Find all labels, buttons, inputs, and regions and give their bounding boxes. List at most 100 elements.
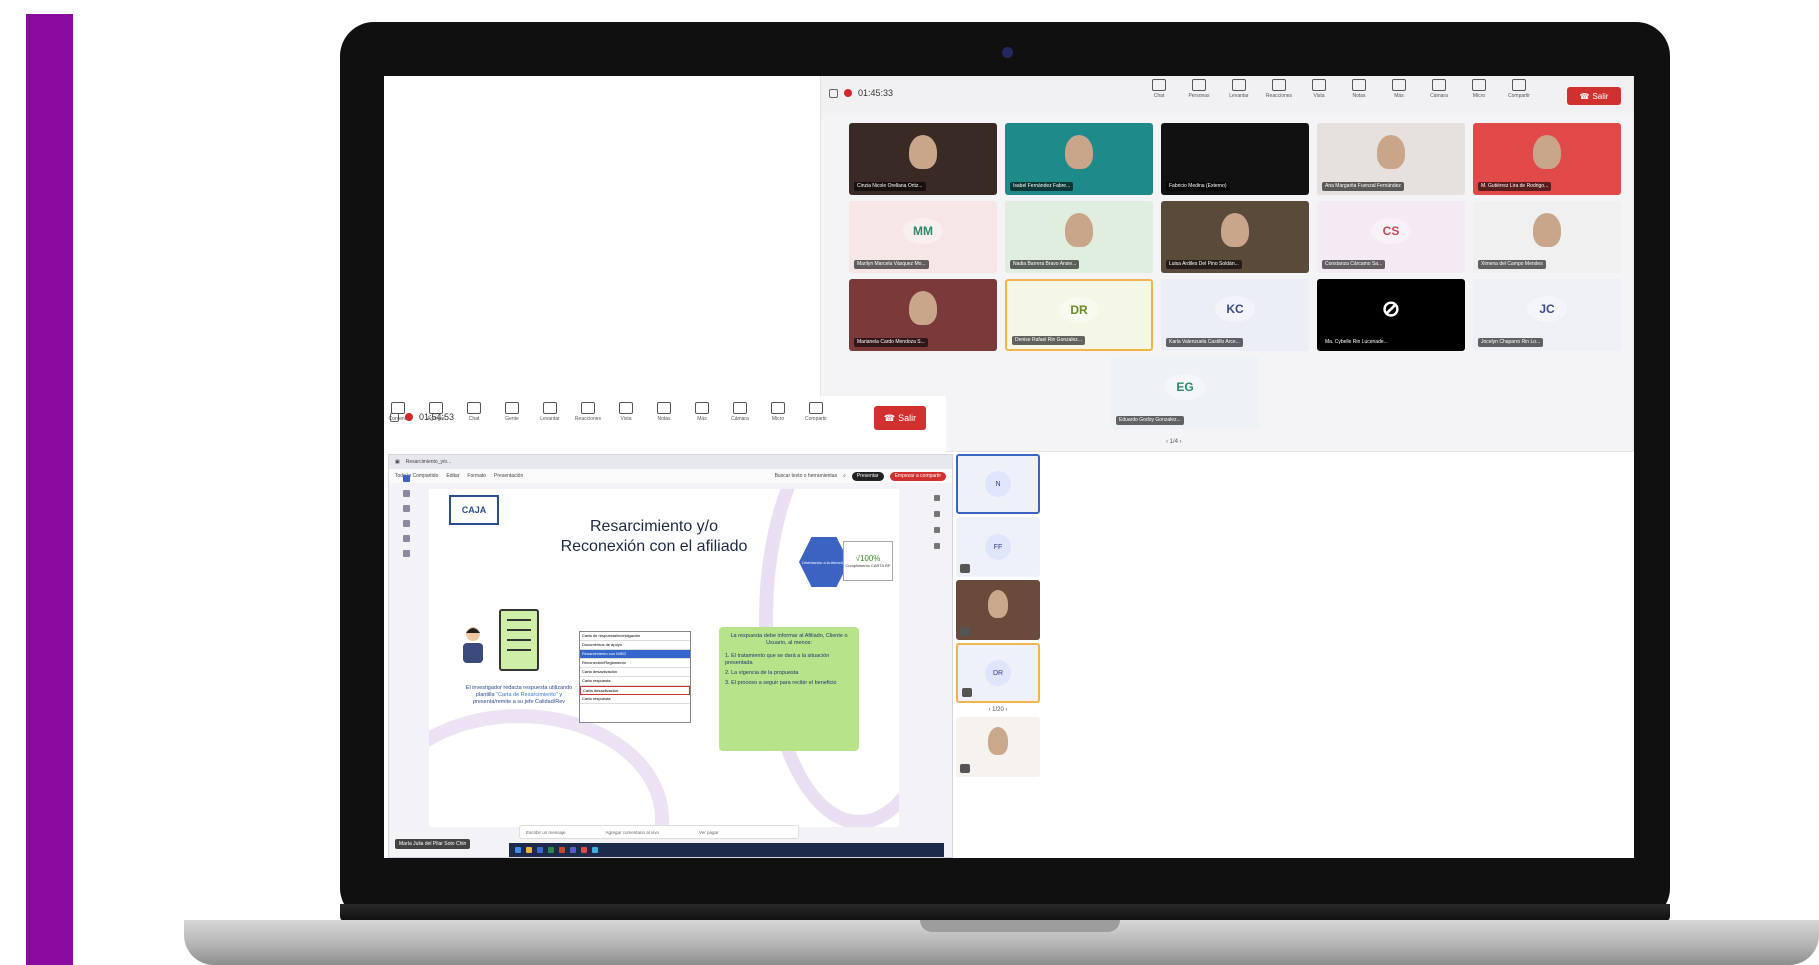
chat-action[interactable]: Agregar comentario al vivo <box>606 830 660 835</box>
dropdown-option[interactable]: Carta respuesta <box>580 677 690 686</box>
dropdown-option[interactable]: Resarcimiento con IMED <box>580 650 690 659</box>
reactions-button[interactable]: Reacciones <box>574 402 602 422</box>
presenter-name: María Julia del Pilar Soto Chin <box>395 839 471 849</box>
participant-tile[interactable] <box>956 717 1040 777</box>
participant-initials: JC <box>1527 296 1567 323</box>
raise-hand-button[interactable]: Levantar <box>1225 79 1253 99</box>
chat-bar: Escribir un mensaje Agregar comentario a… <box>519 825 799 839</box>
mic-button[interactable]: Micro <box>1465 79 1493 99</box>
camera-button[interactable]: Cámara <box>726 402 754 422</box>
participant-tile[interactable]: Marianela Cardo Mendoza S... <box>849 279 997 351</box>
callout-box: La respuesta debe informar al Afiliado, … <box>719 627 859 751</box>
zoom-out-icon[interactable] <box>403 550 410 557</box>
print-icon[interactable] <box>934 511 940 517</box>
present-button[interactable]: Presentar <box>851 471 884 481</box>
teams-icon[interactable] <box>570 847 576 853</box>
participant-tile[interactable]: N <box>956 454 1040 514</box>
browser-tab[interactable]: Resarcimiento_y/o... <box>406 459 452 465</box>
chat-button[interactable]: Chat <box>460 402 488 422</box>
participant-tile[interactable]: DR Denise Rafael Rin Gonzalez... <box>1005 279 1153 351</box>
fullscreen-button[interactable]: Contenir <box>384 402 412 422</box>
participant-tile[interactable] <box>956 580 1040 640</box>
acrobat-icon[interactable] <box>581 847 587 853</box>
laptop-notch <box>920 920 1120 932</box>
search-label[interactable]: Buscar texto o herramientas <box>775 473 838 479</box>
comment-icon[interactable] <box>934 495 940 501</box>
notes-button[interactable]: Notas <box>650 402 678 422</box>
reactions-button[interactable]: Reacciones <box>1265 79 1293 99</box>
more-button[interactable]: Más <box>688 402 716 422</box>
participant-tile[interactable]: CS Constanza Cárcamo Sa... <box>1317 201 1465 273</box>
notes-icon <box>657 402 671 414</box>
chat-button[interactable]: Chat <box>1145 79 1173 99</box>
participant-tile[interactable]: Fabricio Medina (Externo) <box>1161 123 1309 195</box>
participant-tile[interactable]: ⊘ Ma. Cybelle Rin Lucenade... <box>1317 279 1465 351</box>
participant-tile[interactable]: Isabel Fernández Fabre... <box>1005 123 1153 195</box>
zoom-tool-icon[interactable] <box>403 490 410 497</box>
edge-icon[interactable] <box>592 847 598 853</box>
search-icon[interactable]: ⌕ <box>843 473 846 479</box>
word-icon[interactable] <box>537 847 543 853</box>
leave-button[interactable]: ☎ Salir <box>1567 87 1621 105</box>
participant-tile[interactable]: Ximena del Campo Mendes <box>1473 201 1621 273</box>
menu-item[interactable]: Editar <box>446 473 459 479</box>
start-share-button[interactable]: Empezar a compartir <box>889 471 946 481</box>
participant-tile[interactable]: DR <box>956 643 1040 703</box>
pen-tool-icon[interactable] <box>403 505 410 512</box>
dropdown-option[interactable]: Carta desactivación <box>580 686 690 695</box>
participant-tile[interactable]: MM Marilyn Marcela Vásquez Mo... <box>849 201 997 273</box>
participant-tile[interactable]: Nadia Barrera Bravo Ansie... <box>1005 201 1153 273</box>
select-tool-icon[interactable] <box>403 475 410 482</box>
bookmark-icon[interactable] <box>934 543 940 549</box>
chat-input[interactable]: Escribir un mensaje <box>526 830 566 835</box>
gallery-pager[interactable]: ‹ 1/4 › <box>1166 439 1182 445</box>
participant-tile[interactable]: JC Jocelyn Chaparro Rin Lo... <box>1473 279 1621 351</box>
dropdown-option[interactable]: Reconexión/Reglamento <box>580 659 690 668</box>
view-button[interactable]: Vista <box>612 402 640 422</box>
share-button[interactable]: Compartir <box>1505 79 1533 99</box>
participant-tile[interactable]: Cinzia Nicole Orellana Ortiz... <box>849 123 997 195</box>
notes-button[interactable]: Notas <box>1345 79 1373 99</box>
strip-pager[interactable]: ‹ 1/20 › <box>956 707 1040 713</box>
people-button[interactable]: Gente <box>498 402 526 422</box>
participant-initials: KC <box>1215 296 1255 323</box>
template-dropdown[interactable]: Carta de respuesta/investigación Document… <box>579 631 691 723</box>
menu-item[interactable]: Presentación <box>494 473 523 479</box>
windows-start-icon[interactable] <box>515 847 521 853</box>
refresh-button[interactable]: Agregar <box>422 402 450 422</box>
participant-tile[interactable]: KC Karla Valenzuela Castillo Arce... <box>1161 279 1309 351</box>
people-button[interactable]: Personas <box>1185 79 1213 99</box>
participant-tile[interactable]: M. Gutiérrez Lira de Rodrigo... <box>1473 123 1621 195</box>
menu-item[interactable]: Formato <box>467 473 486 479</box>
camera-button[interactable]: Cámara <box>1425 79 1453 99</box>
menu-item[interactable]: Todo lo Compartido <box>395 473 438 479</box>
raise-hand-button[interactable]: Levantar <box>536 402 564 422</box>
view-button[interactable]: Vista <box>1305 79 1333 99</box>
participant-tile[interactable]: Ana Margarita Fuenzal Fernández <box>1317 123 1465 195</box>
participant-initials: DR <box>985 660 1011 686</box>
powerpoint-icon[interactable] <box>559 847 565 853</box>
chat-action-2[interactable]: Ver pagar <box>699 830 719 835</box>
company-logo: CAJA <box>449 495 499 525</box>
hand-tool-icon[interactable] <box>403 520 410 527</box>
dropdown-option[interactable]: Documentos de apoyo <box>580 641 690 650</box>
participant-tile[interactable]: FF <box>956 517 1040 577</box>
view-icon <box>1312 79 1326 91</box>
share-button[interactable]: Compartir <box>802 402 830 422</box>
participant-name: Constanza Cárcamo Sa... <box>1322 260 1386 269</box>
zoom-in-icon[interactable] <box>403 535 410 542</box>
participant-tile[interactable]: EG Eduardo Godoy Gonzalez... <box>1111 357 1259 429</box>
excel-icon[interactable] <box>548 847 554 853</box>
leave-button[interactable]: ☎ Salir <box>874 406 926 430</box>
more-button[interactable]: Más <box>1385 79 1413 99</box>
download-icon[interactable] <box>934 527 940 533</box>
dropdown-option[interactable]: Carta respuesta <box>580 695 690 704</box>
dropdown-option[interactable]: Carta desactivación <box>580 668 690 677</box>
participant-name: Luisa Ardiles Del Pino Soldán... <box>1166 260 1242 269</box>
participant-strip: N FF DR ‹ 1/20 › <box>956 454 1040 780</box>
participant-tile[interactable]: Luisa Ardiles Del Pino Soldán... <box>1161 201 1309 273</box>
mic-button[interactable]: Micro <box>764 402 792 422</box>
notes-icon <box>1352 79 1366 91</box>
explorer-icon[interactable] <box>526 847 532 853</box>
dropdown-option[interactable]: Carta de respuesta/investigación <box>580 632 690 641</box>
